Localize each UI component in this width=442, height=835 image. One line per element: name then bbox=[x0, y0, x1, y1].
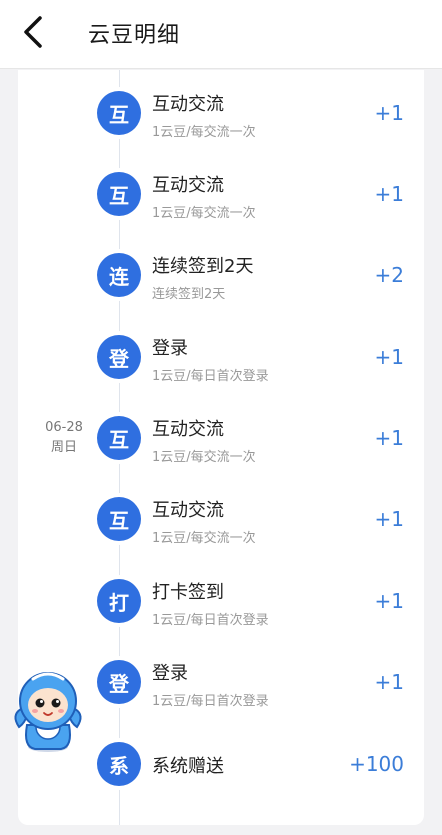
record-value: +1 bbox=[374, 101, 404, 125]
record-value: +100 bbox=[349, 752, 404, 776]
record-badge: 连 bbox=[97, 253, 141, 297]
record-title: 系统赠送 bbox=[152, 756, 224, 777]
record-badge: 登 bbox=[97, 660, 141, 704]
chevron-left-icon bbox=[24, 16, 42, 48]
record-value: +1 bbox=[374, 345, 404, 369]
record-badge: 互 bbox=[97, 172, 141, 216]
page-title: 云豆明细 bbox=[88, 23, 181, 48]
record-subtitle: 1云豆/每交流一次 bbox=[152, 125, 256, 140]
record-subtitle: 1云豆/每日首次登录 bbox=[152, 369, 269, 384]
record-subtitle: 1云豆/每交流一次 bbox=[152, 531, 256, 546]
record-row[interactable]: 互 互动交流 1云豆/每交流一次 +1 bbox=[18, 476, 424, 557]
record-subtitle: 1云豆/每交流一次 bbox=[152, 450, 256, 465]
record-title: 互动交流 bbox=[152, 175, 224, 196]
record-subtitle: 1云豆/每日首次登录 bbox=[152, 613, 269, 628]
mascot-icon[interactable] bbox=[13, 665, 83, 755]
record-value: +2 bbox=[374, 263, 404, 287]
record-value: +1 bbox=[374, 182, 404, 206]
record-value: +1 bbox=[374, 589, 404, 613]
record-subtitle: 连续签到2天 bbox=[152, 287, 226, 302]
record-title: 互动交流 bbox=[152, 419, 224, 440]
record-value: +1 bbox=[374, 426, 404, 450]
record-badge: 系 bbox=[97, 742, 141, 786]
record-badge: 互 bbox=[97, 91, 141, 135]
record-title: 连续签到2天 bbox=[152, 256, 254, 277]
record-title: 互动交流 bbox=[152, 500, 224, 521]
record-title: 互动交流 bbox=[152, 94, 224, 115]
record-subtitle: 1云豆/每日首次登录 bbox=[152, 694, 269, 709]
record-row[interactable]: 互 互动交流 1云豆/每交流一次 +1 bbox=[18, 151, 424, 232]
record-row[interactable]: 连 连续签到2天 连续签到2天 +2 bbox=[18, 232, 424, 313]
header-bar: 云豆明细 bbox=[0, 0, 442, 69]
record-subtitle: 1云豆/每交流一次 bbox=[152, 206, 256, 221]
record-title: 打卡签到 bbox=[152, 582, 224, 603]
record-title: 登录 bbox=[152, 663, 188, 684]
back-button[interactable] bbox=[14, 12, 54, 52]
record-value: +1 bbox=[374, 507, 404, 531]
record-row[interactable]: 互 互动交流 1云豆/每交流一次 +1 bbox=[18, 70, 424, 151]
record-row[interactable]: 互 互动交流 1云豆/每交流一次 +1 bbox=[18, 395, 424, 476]
record-value: +1 bbox=[374, 670, 404, 694]
record-title: 登录 bbox=[152, 338, 188, 359]
record-badge: 互 bbox=[97, 497, 141, 541]
record-row[interactable]: 登 登录 1云豆/每日首次登录 +1 bbox=[18, 313, 424, 394]
record-badge: 打 bbox=[97, 579, 141, 623]
record-badge: 互 bbox=[97, 416, 141, 460]
record-row[interactable]: 打 打卡签到 1云豆/每日首次登录 +1 bbox=[18, 557, 424, 638]
record-badge: 登 bbox=[97, 335, 141, 379]
